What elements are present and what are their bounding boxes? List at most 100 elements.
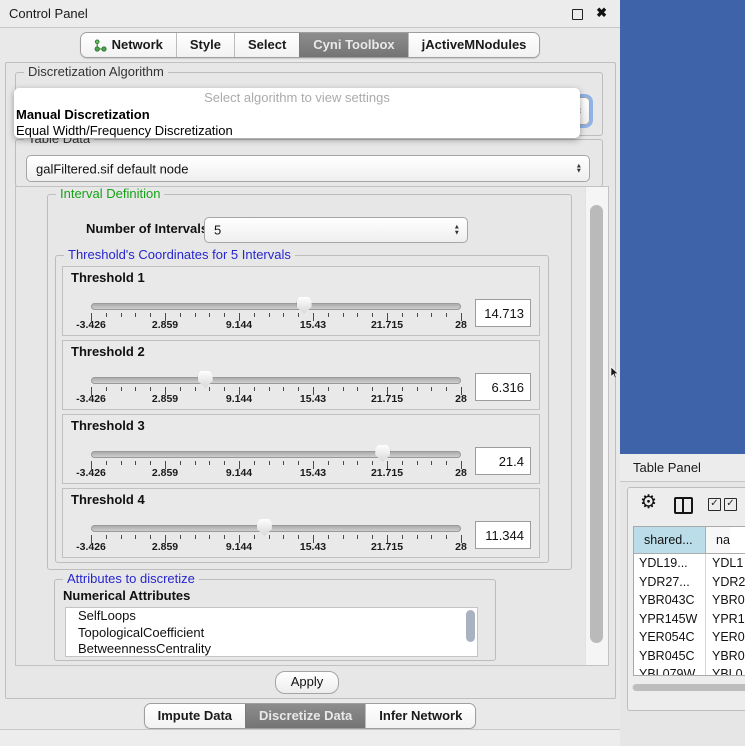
tab-cyni-toolbox[interactable]: Cyni Toolbox — [299, 33, 407, 57]
table-toolbar: ⚙ ✓ ✓ — [628, 488, 745, 522]
slider-track[interactable] — [91, 451, 461, 458]
tick-mark — [343, 387, 344, 391]
node-attribute-table[interactable]: shared...na YDL19...YDL1YDR27...YDR2YBR0… — [633, 526, 745, 676]
tab-infer-network[interactable]: Infer Network — [365, 704, 475, 728]
threshold-value-field[interactable]: 6.316 — [475, 373, 531, 401]
tick-mark — [298, 313, 299, 317]
slider-thumb[interactable] — [297, 297, 312, 314]
tick-label: 9.144 — [226, 541, 252, 553]
interval-definition-group: Interval Definition Number of Intervals … — [47, 194, 572, 570]
slider-thumb[interactable] — [375, 445, 390, 462]
checkbox-icon[interactable]: ✓ — [708, 498, 721, 511]
slider-track[interactable] — [91, 525, 461, 532]
table-data-combobox[interactable]: galFiltered.sif default node ▲▼ — [26, 155, 590, 182]
tick-mark — [209, 387, 210, 391]
tick-mark — [209, 313, 210, 317]
scrollbar-thumb[interactable] — [590, 205, 603, 643]
threshold-slider[interactable]: -3.4262.8599.14415.4321.71528 — [91, 303, 461, 333]
attributes-group-title: Attributes to discretize — [63, 571, 199, 586]
number-of-intervals-value: 5 — [214, 223, 221, 238]
thresholds-group: Threshold's Coordinates for 5 Intervals … — [55, 255, 549, 563]
tab-select[interactable]: Select — [234, 33, 299, 57]
tick-mark — [328, 313, 329, 317]
table-row[interactable]: YER054CYER0 — [634, 628, 745, 647]
tick-mark — [431, 387, 432, 391]
list-item[interactable]: TopologicalCoefficient — [66, 625, 477, 642]
dropdown-option[interactable]: Equal Width/Frequency Discretization — [14, 122, 580, 138]
tick-mark — [298, 387, 299, 391]
threshold-slider[interactable]: -3.4262.8599.14415.4321.71528 — [91, 377, 461, 407]
table-row[interactable]: YPR145WYPR1 — [634, 610, 745, 629]
list-scrollbar[interactable] — [465, 609, 476, 655]
tick-mark — [283, 387, 284, 391]
threshold-value-field[interactable]: 14.713 — [475, 299, 531, 327]
thresholds-group-title: Threshold's Coordinates for 5 Intervals — [64, 247, 295, 262]
list-item[interactable]: SelfLoops — [66, 608, 477, 625]
tab-impute-data[interactable]: Impute Data — [145, 704, 245, 728]
table-panel-region: Table Panel ⚙ ✓ ✓ shared...na YDL19...YD… — [620, 454, 745, 745]
tick-mark — [254, 535, 255, 539]
viewport-scrollbar[interactable] — [585, 187, 608, 665]
threshold-value-field[interactable]: 11.344 — [475, 521, 531, 549]
tick-mark — [328, 387, 329, 391]
column-header[interactable]: na — [706, 527, 730, 553]
tick-label: 28 — [455, 541, 467, 553]
table-row[interactable]: YDR27...YDR2 — [634, 573, 745, 592]
tick-mark — [283, 461, 284, 465]
tab-discretize-data[interactable]: Discretize Data — [245, 704, 365, 728]
tab-style[interactable]: Style — [176, 33, 234, 57]
table-row[interactable]: YBR043CYBR0 — [634, 591, 745, 610]
dropdown-placeholder: Select algorithm to view settings — [14, 88, 580, 106]
tick-mark — [283, 313, 284, 317]
dropdown-option[interactable]: Manual Discretization — [14, 106, 580, 122]
list-item[interactable]: BetweennessCentrality — [66, 641, 477, 657]
tick-label: 28 — [455, 393, 467, 405]
tick-mark — [135, 313, 136, 317]
tick-mark — [180, 387, 181, 391]
gear-icon[interactable]: ⚙ — [640, 491, 657, 514]
threshold-slider[interactable]: -3.4262.8599.14415.4321.71528 — [91, 451, 461, 481]
number-of-intervals-label: Number of Intervals — [86, 217, 208, 241]
threshold-label: Threshold 2 — [71, 344, 145, 359]
threshold-slider[interactable]: -3.4262.8599.14415.4321.71528 — [91, 525, 461, 555]
float-window-icon[interactable] — [572, 9, 583, 20]
tick-mark — [431, 461, 432, 465]
slider-thumb[interactable] — [257, 519, 272, 536]
tick-mark — [402, 461, 403, 465]
tick-label: 15.43 — [300, 541, 326, 553]
tick-mark — [446, 313, 447, 317]
tick-mark — [224, 387, 225, 391]
tick-mark — [209, 461, 210, 465]
slider-thumb[interactable] — [198, 371, 213, 388]
tick-mark — [402, 313, 403, 317]
slider-track[interactable] — [91, 303, 461, 310]
tick-mark — [135, 535, 136, 539]
columns-icon[interactable] — [674, 497, 693, 514]
top-tab-bar: NetworkStyleSelect Cyni Toolbox jActiveMNo… — [0, 32, 620, 58]
tab-network[interactable]: Network — [81, 33, 176, 57]
table-row[interactable]: YDL19...YDL1 — [634, 554, 745, 573]
table-row[interactable]: YBL079WYBL0 — [634, 665, 745, 676]
tick-mark — [121, 313, 122, 317]
column-header[interactable]: shared... — [634, 527, 706, 553]
panel-title: Control Panel — [9, 6, 88, 21]
table-row[interactable]: YBR045CYBR0 — [634, 647, 745, 666]
apply-button[interactable]: Apply — [275, 671, 339, 694]
tick-label: 9.144 — [226, 393, 252, 405]
tick-mark — [372, 461, 373, 465]
slider-track[interactable] — [91, 377, 461, 384]
tick-mark — [283, 535, 284, 539]
horizontal-scrollbar[interactable] — [632, 684, 745, 691]
scrollbar-thumb[interactable] — [633, 684, 745, 691]
tab-jactivemnodules[interactable]: jActiveMNodules — [408, 33, 540, 57]
tick-mark — [121, 461, 122, 465]
numerical-attributes-list[interactable]: SelfLoopsTopologicalCoefficientBetweenne… — [65, 607, 478, 657]
checkbox-icon[interactable]: ✓ — [724, 498, 737, 511]
tick-mark — [357, 387, 358, 391]
number-of-intervals-combobox[interactable]: 5 ▲▼ — [204, 217, 468, 243]
threshold-label: Threshold 4 — [71, 492, 145, 507]
threshold-value-field[interactable]: 21.4 — [475, 447, 531, 475]
tab-label: Cyni Toolbox — [313, 33, 394, 57]
close-icon[interactable]: ✖ — [596, 5, 607, 21]
table-cell: YBR0 — [706, 591, 745, 610]
